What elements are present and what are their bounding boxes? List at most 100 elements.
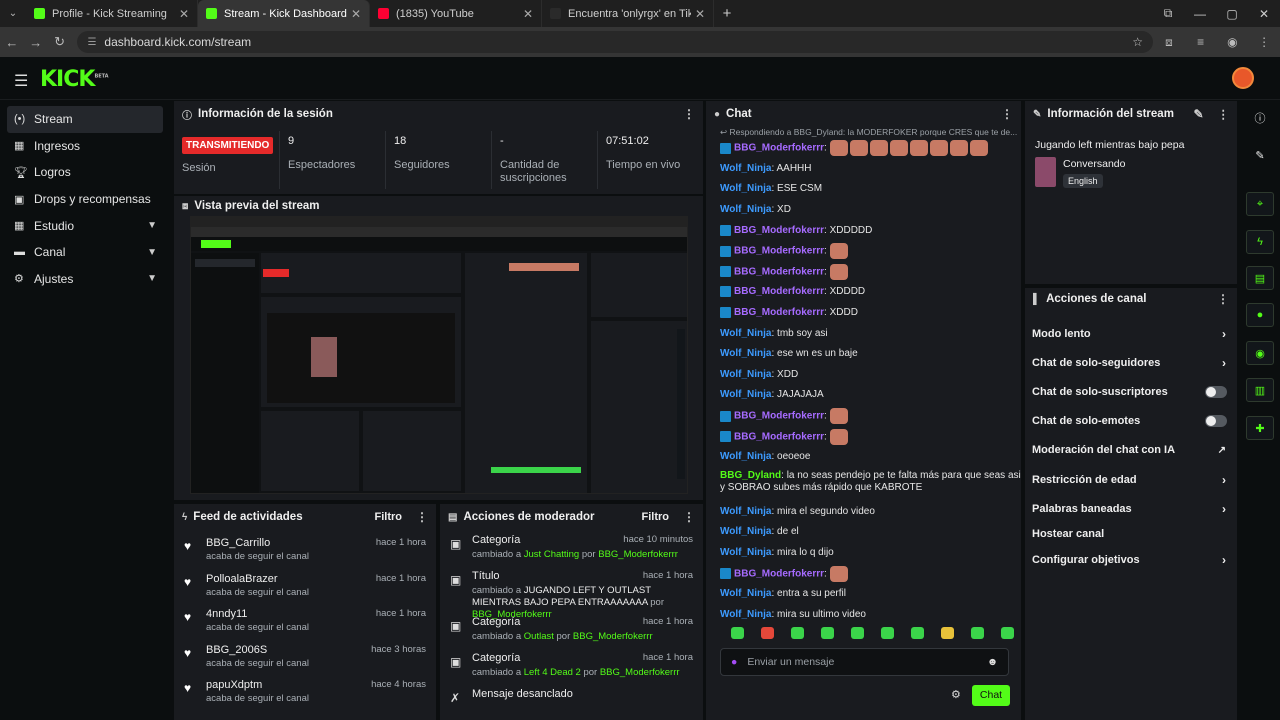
stream-preview-video[interactable]	[190, 216, 688, 494]
chat-emote[interactable]	[829, 428, 848, 445]
bookmark-star-icon[interactable]: ☆	[1132, 35, 1143, 49]
category-name[interactable]: Conversando	[1063, 158, 1125, 170]
extensions-icon[interactable]: ⧈	[1153, 35, 1185, 50]
chat-username[interactable]: BBG_Moderfokerrr	[734, 307, 824, 318]
browser-tab-active[interactable]: Stream - Kick Dashboard ✕	[198, 0, 370, 27]
follower-name[interactable]: 4nndy11	[206, 608, 247, 620]
chat-emote[interactable]	[909, 140, 928, 157]
follower-name[interactable]: PolloalaBrazer	[206, 573, 278, 585]
action-age-restriction[interactable]: Restricción de edad ›	[1025, 465, 1237, 494]
chat-username[interactable]: Wolf_Ninja	[720, 389, 771, 400]
chat-settings-gear-icon[interactable]: ⚙	[951, 688, 961, 701]
chat-username[interactable]: BBG_Moderfokerrr	[734, 225, 824, 236]
chat-username[interactable]: Wolf_Ninja	[720, 588, 771, 599]
minimize-icon[interactable]: —	[1184, 7, 1216, 21]
action-ai-moderation[interactable]: Moderación del chat con IA ↗	[1025, 436, 1237, 465]
chat-username[interactable]: BBG_Moderfokerrr	[734, 568, 824, 579]
chat-emote[interactable]	[829, 263, 848, 280]
emote-button[interactable]	[752, 627, 782, 642]
emote-button[interactable]	[722, 627, 752, 642]
follower-name[interactable]: BBG_2006S	[206, 644, 267, 656]
site-info-icon[interactable]: ☰	[87, 37, 96, 48]
more-options-icon[interactable]: ⋮	[1217, 292, 1229, 306]
chat-emote[interactable]	[829, 243, 848, 260]
chat-emote[interactable]	[849, 140, 868, 157]
action-host-channel[interactable]: Hostear canal	[1025, 523, 1237, 545]
chat-emote[interactable]	[949, 140, 968, 157]
chat-username[interactable]: Wolf_Ninja	[720, 609, 771, 620]
chat-username[interactable]: Wolf_Ninja	[720, 204, 771, 215]
detail-user[interactable]: BBG_Moderfokerrr	[598, 549, 678, 560]
chat-username[interactable]: BBG_Moderfokerrr	[734, 287, 824, 298]
menu-icon[interactable]: ☰	[14, 71, 28, 91]
chat-username[interactable]: Wolf_Ninja	[720, 451, 771, 462]
chat-input[interactable]: ● Enviar un mensaje ☻	[720, 648, 1009, 676]
close-icon[interactable]: ✕	[351, 7, 361, 21]
chat-emote[interactable]	[829, 565, 848, 582]
avatar[interactable]	[1232, 67, 1254, 89]
emote-button[interactable]	[782, 627, 812, 642]
emote-button[interactable]	[992, 627, 1021, 642]
chat-username[interactable]: Wolf_Ninja	[720, 348, 771, 359]
sidebar-item-stream[interactable]: (•) Stream	[7, 106, 163, 133]
close-icon[interactable]: ✕	[523, 7, 533, 21]
broadcast-icon[interactable]: ◉	[1246, 341, 1274, 365]
chat-emote[interactable]	[929, 140, 948, 157]
close-icon[interactable]: ✕	[695, 7, 705, 21]
focus-icon[interactable]: ⌖	[1246, 192, 1274, 216]
chat-username[interactable]: BBG_Moderfokerrr	[734, 267, 824, 278]
more-options-icon[interactable]: ⋮	[1218, 107, 1230, 121]
subs-only-toggle[interactable]	[1205, 385, 1227, 398]
chat-username[interactable]: Wolf_Ninja	[720, 328, 771, 339]
filter-button[interactable]: Filtro	[375, 511, 403, 523]
chat-username[interactable]: Wolf_Ninja	[720, 369, 771, 380]
filter-button[interactable]: Filtro	[642, 511, 670, 523]
chat-bubble-icon[interactable]: ●	[1246, 303, 1274, 327]
maximize-icon[interactable]: ▢	[1216, 7, 1248, 21]
more-options-icon[interactable]: ⋮	[416, 510, 428, 524]
edit-icon[interactable]: ✎	[1193, 107, 1203, 121]
chat-username[interactable]: Wolf_Ninja	[720, 526, 771, 537]
browser-tab[interactable]: Encuentra 'onlyrgx' en TikTok | ✕	[542, 0, 714, 27]
sidebar-item-ajustes[interactable]: ⚙ Ajustes ▼	[7, 266, 163, 293]
emoji-icon[interactable]: ☻	[987, 656, 998, 668]
chat-username[interactable]: Wolf_Ninja	[720, 547, 771, 558]
more-options-icon[interactable]: ⋮	[683, 510, 695, 524]
pencil-icon[interactable]: ✎	[1246, 143, 1274, 167]
chat-username[interactable]: BBG_Moderfokerrr	[734, 431, 824, 442]
info-icon[interactable]: ⓘ	[1246, 106, 1274, 130]
chat-emote[interactable]	[829, 408, 848, 425]
sidebar-item-estudio[interactable]: ▦ Estudio ▼	[7, 212, 163, 239]
new-tab-icon[interactable]: +	[714, 5, 740, 22]
sidebar-item-canal[interactable]: ▬ Canal ▼	[7, 239, 163, 266]
emote-button[interactable]	[812, 627, 842, 642]
layout-icon[interactable]: ▥	[1246, 378, 1274, 402]
action-goals[interactable]: Configurar objetivos ›	[1025, 545, 1237, 574]
browser-menu-icon[interactable]: ⋮	[1248, 35, 1280, 49]
sidebar-item-drops[interactable]: ▣ Drops y recompensas	[7, 186, 163, 213]
emote-button[interactable]	[902, 627, 932, 642]
chat-username[interactable]: BBG_Dyland	[720, 470, 781, 481]
category-thumbnail[interactable]	[1035, 157, 1056, 187]
chat-username[interactable]: Wolf_Ninja	[720, 183, 771, 194]
microphone-icon[interactable]: ●	[731, 656, 737, 668]
sidebar-item-ingresos[interactable]: ▦ Ingresos	[7, 133, 163, 160]
chat-username[interactable]: BBG_Moderfokerrr	[734, 411, 824, 422]
emote-button[interactable]	[962, 627, 992, 642]
reading-list-icon[interactable]: ≡	[1185, 35, 1217, 49]
kick-logo[interactable]: KICKBETA	[40, 67, 109, 92]
emotes-only-toggle[interactable]	[1205, 415, 1227, 428]
action-slow-mode[interactable]: Modo lento ›	[1025, 319, 1237, 348]
browser-tab[interactable]: (1835) YouTube ✕	[370, 0, 542, 27]
wrench-icon[interactable]: ✚	[1246, 416, 1274, 440]
back-icon[interactable]: ←	[0, 35, 24, 50]
action-banned-words[interactable]: Palabras baneadas ›	[1025, 494, 1237, 523]
lightning-icon[interactable]: ϟ	[1246, 230, 1274, 254]
chat-emote[interactable]	[869, 140, 888, 157]
action-followers-only[interactable]: Chat de solo-seguidores ›	[1025, 348, 1237, 377]
emote-button[interactable]	[872, 627, 902, 642]
chat-username[interactable]: BBG_Moderfokerrr	[734, 143, 824, 154]
chat-username[interactable]: Wolf_Ninja	[720, 163, 771, 174]
sidebar-item-logros[interactable]: 🏆︎ Logros	[7, 159, 163, 186]
close-window-icon[interactable]: ✕	[1248, 7, 1280, 21]
